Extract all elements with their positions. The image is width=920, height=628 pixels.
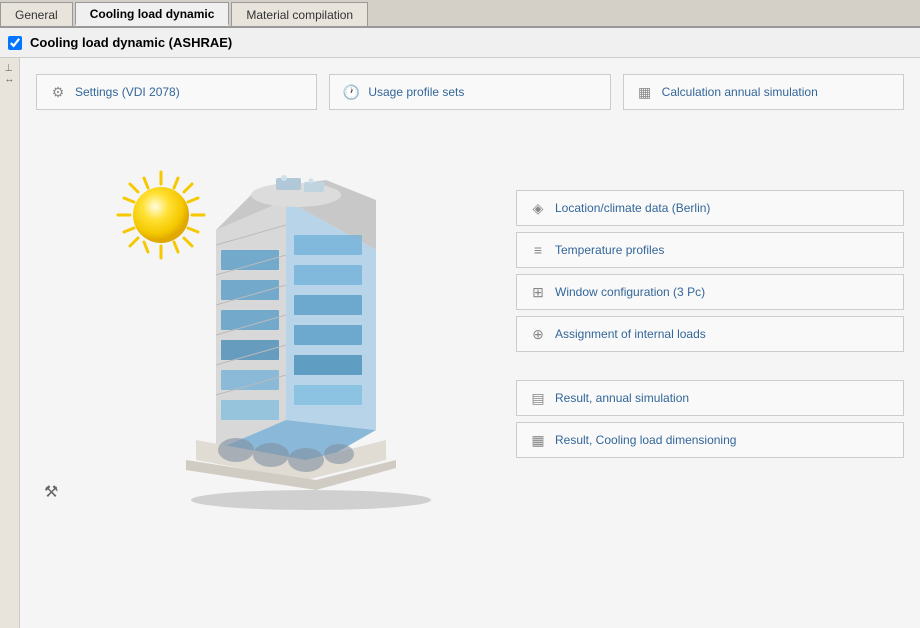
assign-icon (529, 325, 547, 343)
location-button[interactable]: Location/climate data (Berlin) (516, 190, 904, 226)
side-icon-1[interactable]: ⊢ (4, 63, 15, 72)
calculation-button[interactable]: Calculation annual simulation (623, 74, 904, 110)
side-icon-2[interactable]: ↕ (4, 78, 15, 83)
result2-button[interactable]: Result, Cooling load dimensioning (516, 422, 904, 458)
location-icon (529, 199, 547, 217)
result1-icon (529, 389, 547, 407)
top-buttons-row: Settings (VDI 2078) Usage profile sets C… (36, 74, 904, 110)
assignment-button[interactable]: Assignment of internal loads (516, 316, 904, 352)
building-svg (156, 170, 456, 510)
result2-icon (529, 431, 547, 449)
building-illustration: ⚒ (36, 130, 516, 510)
tab-material[interactable]: Material compilation (231, 2, 368, 26)
thermo-icon (529, 241, 547, 259)
temperature-button[interactable]: Temperature profiles (516, 232, 904, 268)
clock-icon (342, 83, 360, 101)
gear-icon (49, 83, 67, 101)
tab-cooling[interactable]: Cooling load dynamic (75, 2, 230, 26)
result1-button[interactable]: Result, annual simulation (516, 380, 904, 416)
settings-button[interactable]: Settings (VDI 2078) (36, 74, 317, 110)
window-button[interactable]: Window configuration (3 Pc) (516, 274, 904, 310)
tab-general[interactable]: General (0, 2, 73, 26)
page-title: Cooling load dynamic (ASHRAE) (30, 35, 232, 50)
title-bar: Cooling load dynamic (ASHRAE) (0, 28, 920, 58)
window-icon (529, 283, 547, 301)
bottom-tool-icon[interactable]: ⚒ (44, 482, 58, 502)
grid-icon (636, 83, 654, 101)
right-panel: Location/climate data (Berlin) Temperatu… (516, 130, 904, 510)
side-toolbar: ⊢ ↕ (0, 58, 20, 628)
active-checkbox[interactable] (8, 36, 22, 50)
middle-section: ⚒ Location/climate data (Berlin) Tempera… (36, 130, 904, 510)
tab-bar: General Cooling load dynamic Material co… (0, 0, 920, 28)
usage-button[interactable]: Usage profile sets (329, 74, 610, 110)
spacer (516, 358, 904, 374)
main-content: Settings (VDI 2078) Usage profile sets C… (20, 58, 920, 628)
